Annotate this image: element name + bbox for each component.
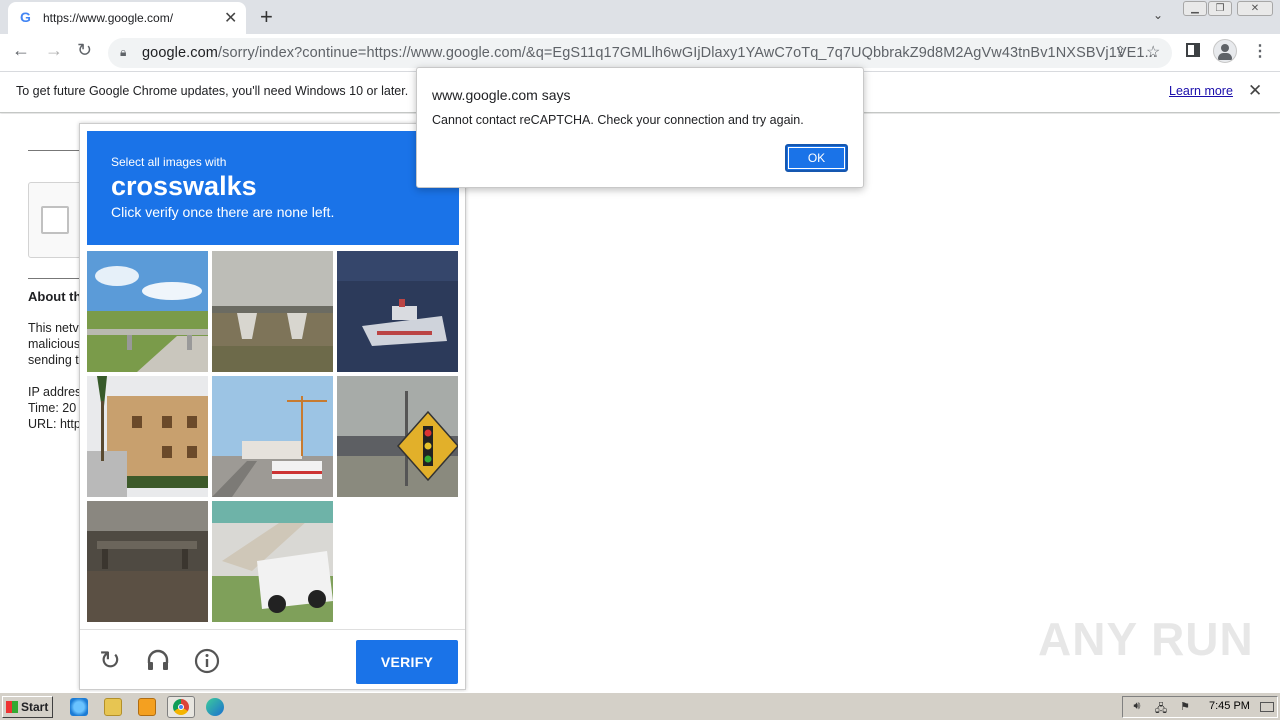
menu-icon[interactable]: ⋮	[1252, 41, 1268, 61]
tab-strip: G https://www.google.com/ ✕ + ⌄ ▁ ❐ ✕	[0, 0, 1280, 34]
image-tile-car-stairs[interactable]	[212, 501, 333, 622]
challenge-header: Select all images with crosswalks Click …	[87, 131, 459, 245]
image-tile-empty[interactable]	[337, 501, 458, 622]
forward-icon[interactable]: →	[45, 40, 63, 61]
google-favicon-icon: G	[20, 9, 31, 25]
image-tile-traffic-signal-sign[interactable]	[337, 376, 458, 497]
image-tile-overpass-bridge-field[interactable]	[212, 251, 333, 372]
image-tile-street-bus-crane[interactable]	[212, 376, 333, 497]
reload-icon[interactable]: ↻	[77, 40, 92, 61]
recaptcha-challenge: Select all images with crosswalks Click …	[79, 123, 466, 690]
ie-icon[interactable]	[70, 698, 88, 716]
page-text-line: sending t	[28, 353, 79, 367]
back-icon[interactable]: ←	[12, 40, 30, 61]
instruction-sub: Click verify once there are none left.	[111, 204, 335, 220]
ok-button[interactable]: OK	[785, 144, 848, 172]
system-tray: 🔊︎ 🖧 ⚑ 7:45 PM	[1122, 696, 1278, 718]
headphones-icon[interactable]	[146, 648, 170, 672]
recaptcha-checkbox[interactable]	[41, 206, 69, 234]
side-panel-icon[interactable]	[1186, 43, 1200, 57]
page-text-line: malicious	[28, 337, 81, 351]
url-line: URL: http	[28, 417, 81, 431]
start-label: Start	[21, 700, 49, 714]
windows-logo-icon	[6, 701, 18, 713]
ip-address-line: IP addres	[28, 385, 82, 399]
restore-window-icon[interactable]: ❐	[1208, 1, 1232, 16]
url-path: /sorry/index?continue=https://www.google…	[217, 45, 1157, 61]
start-button[interactable]: Start	[2, 696, 53, 718]
new-tab-plus-icon[interactable]: +	[260, 4, 273, 30]
clock: 7:45 PM	[1209, 700, 1250, 712]
anyrun-watermark: ANY RUN	[1038, 613, 1254, 665]
learn-more-link[interactable]: Learn more	[1169, 84, 1233, 98]
alert-message: Cannot contact reCAPTCHA. Check your con…	[432, 113, 804, 127]
tab-google[interactable]: G https://www.google.com/ ✕	[8, 2, 246, 34]
close-icon[interactable]: ✕	[1248, 81, 1262, 101]
page-text-line: This netv	[28, 321, 79, 335]
url-host: google.com	[142, 45, 218, 61]
image-tile-overpass-bridge-road[interactable]	[87, 251, 208, 372]
share-icon[interactable]: ⇪	[1114, 43, 1127, 61]
tab-title: https://www.google.com/	[43, 11, 174, 25]
infobar-message: To get future Google Chrome updates, you…	[16, 84, 409, 98]
address-bar[interactable]: 🔒︎ google.com/sorry/index?continue=https…	[108, 38, 1172, 68]
reload-icon[interactable]: ↻	[98, 647, 122, 673]
challenge-footer: ↻ VERIFY	[80, 629, 465, 689]
info-icon[interactable]	[194, 648, 220, 674]
image-grid	[87, 251, 459, 623]
instruction-target: crosswalks	[111, 171, 257, 201]
chrome-icon-center	[178, 704, 184, 710]
alert-dialog: www.google.com says Cannot contact reCAP…	[416, 67, 864, 188]
close-window-icon[interactable]: ✕	[1237, 1, 1273, 16]
taskbar: Start 🔊︎ 🖧 ⚑ 7:45 PM	[0, 692, 1280, 720]
star-icon[interactable]: ☆	[1146, 42, 1160, 62]
instruction-small: Select all images with	[111, 155, 227, 169]
image-tile-ship-on-fabric[interactable]	[337, 251, 458, 372]
minimize-window-icon[interactable]: ▁	[1183, 1, 1207, 16]
volume-icon[interactable]: 🔊︎	[1129, 700, 1145, 714]
close-icon[interactable]: ✕	[224, 8, 237, 28]
media-player-icon[interactable]	[138, 698, 156, 716]
chrome-taskbar-button[interactable]	[167, 696, 195, 718]
image-tile-park-bench[interactable]	[87, 501, 208, 622]
show-desktop-icon[interactable]	[1260, 702, 1274, 712]
edge-icon[interactable]	[206, 698, 224, 716]
time-line: Time: 20	[28, 401, 77, 415]
explorer-icon[interactable]	[104, 698, 122, 716]
chevron-down-icon[interactable]: ⌄	[1153, 8, 1163, 22]
lock-icon[interactable]: 🔒︎	[120, 45, 126, 60]
flag-icon[interactable]: ⚑	[1177, 700, 1193, 714]
verify-button[interactable]: VERIFY	[356, 640, 458, 684]
alert-title: www.google.com says	[432, 87, 571, 103]
url-text[interactable]: google.com/sorry/index?continue=https://…	[142, 45, 1157, 61]
network-icon[interactable]: 🖧	[1153, 700, 1169, 715]
about-heading: About th	[28, 289, 82, 304]
profile-icon[interactable]	[1213, 39, 1237, 63]
image-tile-apartment-building-palms[interactable]	[87, 376, 208, 497]
